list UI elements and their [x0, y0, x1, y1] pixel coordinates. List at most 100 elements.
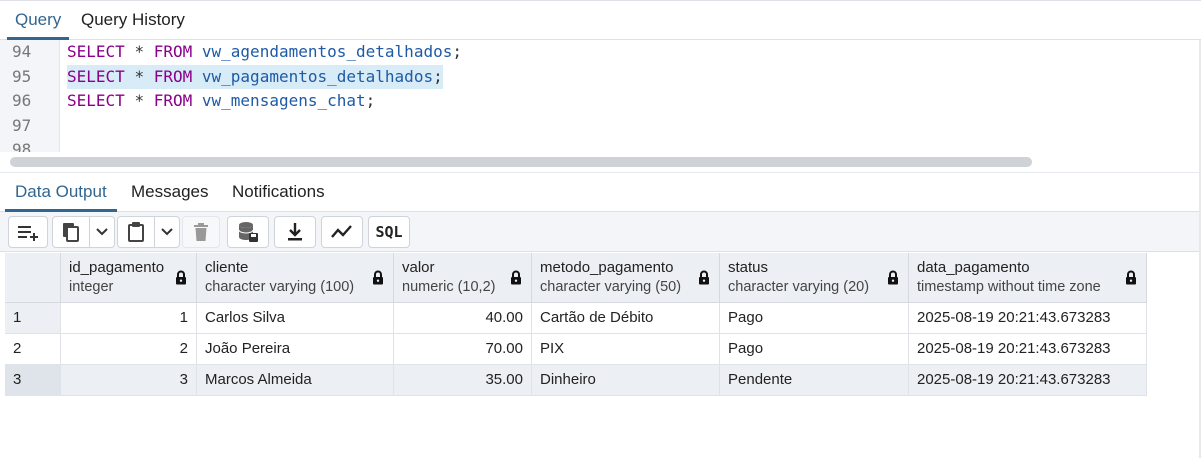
semicolon: ; [365, 91, 376, 110]
table-cell[interactable]: Pago [720, 303, 909, 334]
identifier: vw_pagamentos_detalhados [201, 66, 434, 86]
table-cell[interactable]: 2025-08-19 20:21:43.673283 [909, 303, 1147, 334]
column-header[interactable]: id_pagamento integer [61, 253, 197, 303]
table-cell[interactable]: 1 [61, 303, 197, 334]
keyword: SELECT [67, 91, 125, 110]
keyword: FROM [153, 42, 193, 61]
paste-icon [128, 222, 144, 242]
semicolon: ; [452, 42, 462, 61]
graph-icon [331, 225, 352, 238]
identifier: vw_mensagens_chat [201, 91, 366, 110]
column-type: character varying (20) [728, 279, 870, 295]
save-data-icon [238, 222, 258, 242]
chevron-down-icon [96, 228, 108, 236]
row-number[interactable]: 2 [5, 334, 61, 365]
keyword: FROM [153, 91, 193, 110]
column-name: data_pagamento [917, 259, 1030, 276]
column-name: metodo_pagamento [540, 259, 674, 276]
table-cell[interactable]: Cartão de Débito [532, 303, 720, 334]
query-tabs: Query Query History [0, 0, 1201, 40]
copy-icon [63, 223, 79, 242]
selected-text: SELECT * FROM vw_pagamentos_detalhados; [67, 64, 443, 89]
row-number-header[interactable] [5, 253, 61, 303]
semicolon: ; [433, 66, 443, 86]
sql-editor[interactable]: 94 SELECT * FROM vw_agendamentos_detalha… [0, 40, 1201, 152]
row-number[interactable]: 3 [5, 365, 61, 396]
code-line[interactable]: 97 [0, 114, 1201, 139]
editor-horizontal-scrollbar[interactable] [0, 152, 1201, 172]
copy-options-dropdown[interactable] [89, 216, 115, 248]
identifier: vw_agendamentos_detalhados [201, 42, 453, 61]
table-cell[interactable]: 3 [61, 365, 197, 396]
code-line-selected[interactable]: 95 SELECT * FROM vw_pagamentos_detalhado… [0, 64, 1201, 90]
tab-messages[interactable]: Messages [121, 173, 218, 212]
line-number: 98 [12, 140, 32, 152]
tab-data-output[interactable]: Data Output [5, 173, 117, 212]
column-header[interactable]: metodo_pagamento character varying (50) [532, 253, 720, 303]
table-cell[interactable]: Marcos Almeida [197, 365, 394, 396]
column-type: character varying (50) [540, 279, 682, 295]
tab-query-history[interactable]: Query History [73, 1, 193, 40]
table-cell[interactable]: 70.00 [394, 334, 532, 365]
column-name: valor [402, 259, 435, 276]
table-row[interactable]: 3 3 Marcos Almeida 35.00 Dinheiro Penden… [5, 365, 1147, 396]
column-name: status [728, 259, 769, 276]
row-number[interactable]: 1 [5, 303, 61, 334]
table-cell[interactable]: 2025-08-19 20:21:43.673283 [909, 334, 1147, 365]
column-type: integer [69, 279, 114, 295]
add-row-icon [18, 226, 38, 241]
table-cell[interactable]: 35.00 [394, 365, 532, 396]
table-cell[interactable]: 2 [61, 334, 197, 365]
column-header[interactable]: data_pagamento timestamp without time zo… [909, 253, 1147, 303]
table-row[interactable]: 2 2 João Pereira 70.00 PIX Pago 2025-08-… [5, 334, 1147, 365]
paste-options-dropdown[interactable] [154, 216, 180, 248]
operator: * [134, 66, 145, 86]
lock-icon [1126, 270, 1136, 285]
table-row[interactable]: 1 1 Carlos Silva 40.00 Cartão de Débito … [5, 303, 1147, 334]
delete-icon [194, 223, 208, 241]
sql-icon: SQL [375, 223, 403, 241]
code-line[interactable]: 98 [0, 138, 1201, 152]
table-cell[interactable]: Pendente [720, 365, 909, 396]
lock-icon [373, 270, 383, 285]
graph-visualiser-button[interactable] [321, 216, 363, 248]
data-output-toolbar: SQL [0, 212, 1201, 252]
column-type: character varying (100) [205, 279, 355, 295]
line-number: 94 [12, 42, 32, 61]
code-line[interactable]: 94 SELECT * FROM vw_agendamentos_detalha… [0, 40, 1201, 65]
column-type: timestamp without time zone [917, 279, 1101, 295]
lock-icon [699, 270, 709, 285]
column-name: cliente [205, 259, 249, 276]
column-header[interactable]: status character varying (20) [720, 253, 909, 303]
line-number: 95 [12, 66, 32, 86]
result-tabs: Data Output Messages Notifications [0, 172, 1201, 212]
table-cell[interactable]: Carlos Silva [197, 303, 394, 334]
code-line[interactable]: 96 SELECT * FROM vw_mensagens_chat; [0, 89, 1201, 114]
table-cell[interactable]: PIX [532, 334, 720, 365]
chevron-down-icon [161, 228, 173, 236]
table-cell[interactable]: João Pereira [197, 334, 394, 365]
table-cell[interactable]: 40.00 [394, 303, 532, 334]
save-data-button[interactable] [227, 216, 269, 248]
line-number: 97 [12, 115, 32, 135]
table-cell[interactable]: Dinheiro [532, 365, 720, 396]
sql-button[interactable]: SQL [368, 216, 410, 248]
line-number: 96 [12, 91, 32, 110]
tab-query[interactable]: Query [7, 1, 70, 40]
operator: * [134, 42, 145, 61]
delete-button[interactable] [182, 216, 220, 248]
lock-icon [176, 270, 186, 285]
download-button[interactable] [274, 216, 316, 248]
table-cell[interactable]: 2025-08-19 20:21:43.673283 [909, 365, 1147, 396]
column-header[interactable]: valor numeric (10,2) [394, 253, 532, 303]
scrollbar-thumb[interactable] [10, 157, 1032, 167]
paste-button[interactable] [117, 216, 155, 248]
keyword: SELECT [67, 42, 125, 61]
tab-notifications[interactable]: Notifications [222, 173, 335, 212]
lock-icon [888, 270, 898, 285]
copy-button[interactable] [52, 216, 90, 248]
operator: * [134, 91, 145, 110]
column-header[interactable]: cliente character varying (100) [197, 253, 394, 303]
table-cell[interactable]: Pago [720, 334, 909, 365]
add-row-button[interactable] [8, 216, 48, 248]
